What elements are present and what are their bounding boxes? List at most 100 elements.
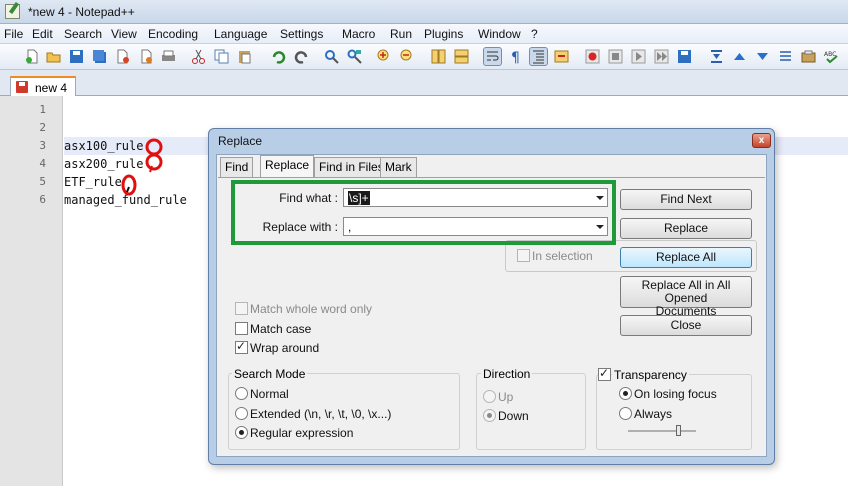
zoom-in-icon[interactable] — [376, 48, 393, 65]
tab-replace[interactable]: Replace — [260, 155, 315, 178]
line-number: 1 — [39, 103, 46, 116]
find-what-value: \s]+ — [348, 191, 370, 205]
redo-icon[interactable] — [293, 48, 310, 65]
sync-vertical-icon[interactable] — [430, 48, 447, 65]
check-icon: ✓ — [599, 366, 610, 380]
match-case-label: Match case — [250, 322, 312, 336]
replace-all-opened-button[interactable]: Replace All in All Opened Documents — [620, 276, 752, 318]
search-mode-normal-radio[interactable] — [235, 387, 248, 400]
code-line[interactable]: ETF_rule — [64, 173, 122, 191]
unfold-icon[interactable] — [777, 48, 794, 65]
tab-find-in-files[interactable]: Find in Files — [314, 157, 389, 177]
unsaved-file-icon — [16, 81, 28, 93]
title-bar: *new 4 - Notepad++ — [0, 0, 848, 24]
next-bookmark-icon[interactable] — [754, 48, 771, 65]
menu-plugins[interactable]: Plugins — [424, 27, 463, 41]
line-number: 5 — [39, 175, 46, 188]
menu-window[interactable]: Window — [478, 27, 521, 41]
match-case-checkbox[interactable] — [235, 322, 248, 335]
transparency-checkbox[interactable]: ✓ — [598, 366, 611, 381]
menu-help[interactable]: ? — [531, 27, 538, 41]
menu-language[interactable]: Language — [214, 27, 267, 41]
replace-with-value: , — [348, 220, 352, 234]
save-macro-icon[interactable] — [676, 48, 693, 65]
transparency-title: Transparency — [612, 368, 689, 382]
menu-macro[interactable]: Macro — [342, 27, 375, 41]
search-mode-title: Search Mode — [232, 367, 308, 381]
prev-bookmark-icon[interactable] — [731, 48, 748, 65]
tab-find[interactable]: Find — [220, 157, 254, 177]
print-icon[interactable] — [160, 48, 177, 65]
open-file-icon[interactable] — [45, 48, 62, 65]
in-selection-checkbox[interactable] — [517, 249, 530, 262]
search-mode-normal-label: Normal — [250, 387, 289, 401]
replace-with-input[interactable]: , — [343, 217, 608, 236]
word-wrap-icon[interactable] — [483, 47, 502, 66]
transparency-slider-track — [628, 430, 696, 432]
cut-icon[interactable] — [190, 48, 207, 65]
fold-all-icon[interactable] — [708, 48, 725, 65]
close-button[interactable]: Close — [620, 315, 752, 336]
new-file-icon[interactable] — [24, 48, 41, 65]
svg-text:¶: ¶ — [511, 50, 520, 65]
direction-down-radio[interactable] — [483, 409, 496, 422]
chevron-down-icon[interactable] — [596, 196, 604, 200]
wrap-around-checkbox[interactable]: ✓ — [235, 339, 248, 354]
chevron-down-icon[interactable] — [596, 225, 604, 229]
find-next-button[interactable]: Find Next — [620, 189, 752, 210]
window-title: *new 4 - Notepad++ — [28, 5, 135, 19]
transparency-slider-thumb[interactable] — [676, 425, 681, 436]
menu-edit[interactable]: Edit — [32, 27, 53, 41]
undo-icon[interactable] — [270, 48, 287, 65]
show-all-chars-icon[interactable]: ¶ — [507, 48, 524, 65]
menu-view[interactable]: View — [111, 27, 137, 41]
sync-horizontal-icon[interactable] — [453, 48, 470, 65]
find-what-label: Find what : — [279, 191, 338, 205]
close-icon[interactable] — [114, 48, 131, 65]
copy-icon[interactable] — [213, 48, 230, 65]
menu-file[interactable]: File — [4, 27, 23, 41]
find-what-input[interactable]: \s]+ — [343, 188, 608, 207]
close-all-icon[interactable] — [137, 48, 154, 65]
spell-check-icon[interactable]: ABC — [823, 48, 840, 65]
search-mode-regex-label: Regular expression — [250, 426, 354, 440]
stop-macro-icon[interactable] — [607, 48, 624, 65]
match-whole-word-label: Match whole word only — [250, 302, 373, 316]
save-icon[interactable] — [68, 48, 85, 65]
menu-search[interactable]: Search — [64, 27, 102, 41]
transparency-on-losing-focus-label: On losing focus — [634, 387, 717, 401]
record-macro-icon[interactable] — [584, 48, 601, 65]
replace-icon[interactable] — [346, 48, 363, 65]
tab-mark[interactable]: Mark — [380, 157, 417, 177]
line-number: 3 — [39, 139, 46, 152]
code-line[interactable]: asx200_rule — [64, 155, 143, 173]
play-macro-icon[interactable] — [630, 48, 647, 65]
search-mode-regex-radio[interactable] — [235, 426, 248, 439]
replace-all-button[interactable]: Replace All — [620, 247, 752, 268]
indent-guide-icon[interactable] — [529, 47, 548, 66]
direction-title: Direction — [481, 367, 533, 381]
menu-encoding[interactable]: Encoding — [148, 27, 198, 41]
menu-settings[interactable]: Settings — [280, 27, 323, 41]
match-whole-word-checkbox[interactable] — [235, 302, 248, 315]
transparency-on-losing-focus-radio[interactable] — [619, 387, 632, 400]
handwritten-eight-annotation — [145, 138, 163, 173]
replace-all-opened-label-1: Replace All in All Opened — [641, 278, 731, 305]
transparency-always-radio[interactable] — [619, 407, 632, 420]
user-language-icon[interactable] — [553, 48, 570, 65]
code-line[interactable]: asx100_rule — [64, 137, 143, 155]
line-number: 2 — [39, 121, 46, 134]
zoom-out-icon[interactable] — [399, 48, 416, 65]
menu-run[interactable]: Run — [390, 27, 412, 41]
replace-button[interactable]: Replace — [620, 218, 752, 239]
doc-map-icon[interactable] — [800, 48, 817, 65]
document-tab[interactable]: new 4 — [10, 76, 76, 96]
close-icon[interactable]: x — [752, 133, 771, 148]
save-all-icon[interactable] — [91, 48, 108, 65]
find-icon[interactable] — [323, 48, 340, 65]
play-multiple-icon[interactable] — [653, 48, 670, 65]
paste-icon[interactable] — [236, 48, 253, 65]
handwritten-comma-annotation — [121, 174, 137, 196]
search-mode-extended-radio[interactable] — [235, 407, 248, 420]
direction-up-radio[interactable] — [483, 390, 496, 403]
